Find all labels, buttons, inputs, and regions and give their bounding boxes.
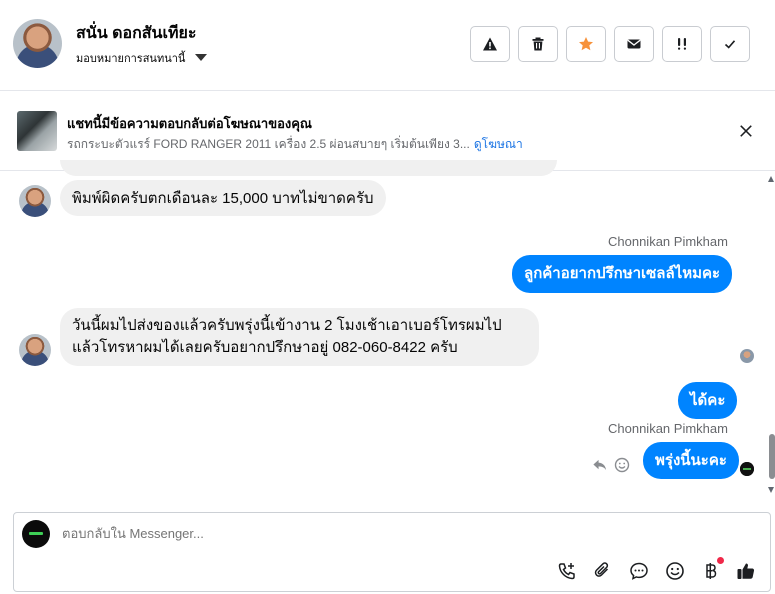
double-exclamation-icon — [678, 38, 686, 50]
ad-thumbnail[interactable] — [17, 111, 57, 151]
star-icon — [579, 37, 593, 51]
mark-done-button[interactable] — [710, 26, 750, 62]
message-composer[interactable] — [13, 512, 771, 592]
previous-message-bubble — [60, 160, 557, 176]
scroll-down-arrow-icon[interactable] — [768, 487, 774, 493]
scrollbar-thumb[interactable] — [769, 434, 775, 479]
ad-description: รถกระบะตัวแรร์ FORD RANGER 2011 เครื่อง … — [67, 137, 470, 151]
close-banner-button[interactable] — [736, 121, 756, 141]
contact-avatar-small[interactable] — [19, 334, 51, 366]
contact-avatar[interactable] — [13, 19, 62, 68]
send-like-button[interactable] — [735, 560, 757, 582]
mark-spam-button[interactable] — [470, 26, 510, 62]
chevron-down-icon — [195, 53, 208, 61]
chat-bubble-icon — [630, 562, 648, 580]
smiley-icon — [666, 562, 684, 580]
baht-icon — [706, 563, 717, 579]
assign-conversation-dropdown[interactable]: มอบหมายการสนทนานี้ — [76, 49, 208, 67]
phone-plus-icon — [558, 563, 575, 580]
banner-title: แชทนี้มีข้อความตอบกลับต่อโฆษณาของคุณ — [67, 116, 312, 131]
saved-replies-button[interactable] — [628, 560, 650, 582]
message-bubble-outgoing[interactable]: พรุ่งนี้นะคะ — [643, 442, 739, 479]
thumbs-up-icon — [737, 563, 755, 579]
warning-icon — [483, 37, 497, 51]
conversation-header: สนั่น ดอกสันเทียะ มอบหมายการสนทนานี้ — [0, 0, 775, 91]
seen-indicator-avatar — [740, 462, 754, 476]
ad-reply-banner: แชทนี้มีข้อความตอบกลับต่อโฆษณาของคุณ รถก… — [0, 91, 775, 171]
paperclip-icon — [594, 562, 609, 577]
attach-file-button[interactable] — [592, 560, 614, 582]
reply-input[interactable] — [62, 526, 662, 541]
call-button[interactable] — [556, 560, 578, 582]
message-line: แล้วโทรหาผมได้เลยครับอยากปรึกษาอยู่ 082-… — [72, 339, 458, 356]
emoji-button[interactable] — [664, 560, 686, 582]
delete-button[interactable] — [518, 26, 558, 62]
contact-name[interactable]: สนั่น ดอกสันเทียะ — [76, 21, 196, 46]
contact-avatar-small[interactable] — [19, 185, 51, 217]
message-line: วันนี้ผมไปส่งของแล้วครับพรุ่งนี้เข้างาน … — [72, 317, 502, 334]
sender-name: Chonnikan Pimkham — [608, 234, 728, 249]
view-ad-link[interactable]: ดูโฆษณา — [474, 137, 523, 151]
close-icon — [740, 125, 752, 137]
check-icon — [724, 40, 736, 49]
message-bubble-outgoing[interactable]: ได้คะ — [678, 382, 738, 419]
banner-subtitle: รถกระบะตัวแรร์ FORD RANGER 2011 เครื่อง … — [67, 135, 523, 154]
react-emoji-icon[interactable] — [614, 457, 630, 473]
message-bubble-incoming[interactable]: วันนี้ผมไปส่งของแล้วครับพรุ่งนี้เข้างาน … — [60, 308, 539, 366]
seen-indicator-avatar — [740, 349, 754, 363]
star-button[interactable] — [566, 26, 606, 62]
notification-dot — [717, 557, 724, 564]
message-bubble-incoming[interactable]: พิมพ์ผิดครับตกเดือนละ 15,000 บาทไม่ขาดคร… — [60, 180, 386, 216]
scroll-up-arrow-icon[interactable] — [768, 176, 774, 182]
page-avatar — [22, 520, 50, 548]
follow-up-button[interactable] — [662, 26, 702, 62]
envelope-icon — [627, 39, 641, 49]
message-bubble-outgoing[interactable]: ลูกค้าอยากปรึกษาเซลล์ไหมคะ — [512, 255, 733, 293]
mark-unread-button[interactable] — [614, 26, 654, 62]
assign-label: มอบหมายการสนทนานี้ — [76, 53, 186, 65]
reply-icon[interactable] — [592, 457, 607, 472]
trash-icon — [532, 37, 544, 51]
sender-name: Chonnikan Pimkham — [608, 421, 728, 436]
